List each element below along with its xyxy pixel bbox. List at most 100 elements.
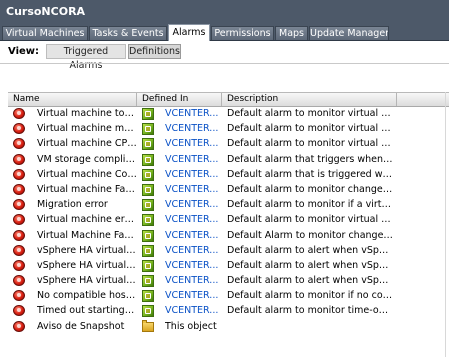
table-row[interactable]: Virtual Machine Fault... VCENTER... Defa… <box>8 228 449 243</box>
vcenter-icon <box>142 197 156 212</box>
column-header-name[interactable]: Name <box>8 93 137 106</box>
defined-in-text: This object <box>165 320 217 332</box>
defined-in-link[interactable]: VCENTER... <box>165 167 225 182</box>
alarm-icon <box>13 258 29 273</box>
alarm-description: Default alarm to alert when vSphere... <box>227 275 393 287</box>
alarm-icon <box>13 197 29 212</box>
folder-icon <box>142 319 156 334</box>
alarm-name: Timed out starting S... <box>37 305 137 317</box>
alarm-description: Default alarm to alert when vSphere... <box>227 259 393 271</box>
alarm-description: Default alarm that triggers when the... <box>227 153 393 165</box>
defined-in-link[interactable]: VCENTER... <box>165 288 225 303</box>
alarm-name: Virtual machine total... <box>37 108 137 119</box>
alarm-icon <box>13 121 29 136</box>
alarm-name: Virtual machine Con... <box>37 168 137 180</box>
alarm-name: Migration error <box>37 199 108 211</box>
divider <box>0 63 449 64</box>
tab-bar: Virtual Machines Tasks & Events Alarms P… <box>0 24 449 41</box>
table-row[interactable]: Virtual machine total... VCENTER... Defa… <box>8 106 449 121</box>
alarm-description: Default alarm to alert when vSphere... <box>227 244 393 256</box>
vcenter-icon <box>142 182 156 197</box>
defined-in-link[interactable]: VCENTER... <box>165 121 225 136</box>
tab-permissions[interactable]: Permissions <box>211 26 274 40</box>
defined-in-link[interactable]: VCENTER... <box>165 303 225 318</box>
alarm-name: Virtual machine me... <box>37 123 137 135</box>
tab-alarms[interactable]: Alarms <box>168 24 210 41</box>
alarm-description: Default alarm to monitor virtual mac... <box>227 138 393 150</box>
alarm-name: VM storage complian... <box>37 153 137 165</box>
column-header-defined-in[interactable]: Defined In <box>137 93 222 106</box>
alarm-name: Virtual machine CPU... <box>37 138 137 150</box>
defined-in-link[interactable]: VCENTER... <box>165 197 225 212</box>
defined-in-link[interactable]: VCENTER... <box>165 228 225 243</box>
vcenter-icon <box>142 288 156 303</box>
tab-update-manager[interactable]: Update Manager <box>309 26 389 40</box>
table-row[interactable]: Migration error VCENTER... Default alarm… <box>8 197 449 212</box>
alarm-icon <box>13 228 29 243</box>
table-row[interactable]: No compatible host f... VCENTER... Defau… <box>8 288 449 303</box>
alarm-name: vSphere HA virtual ... <box>37 259 137 271</box>
view-label: View: <box>8 46 40 57</box>
alarm-description <box>227 319 393 334</box>
defined-in-link[interactable]: VCENTER... <box>165 243 225 258</box>
alarm-icon <box>13 288 29 303</box>
defined-in-link[interactable]: VCENTER... <box>165 152 225 167</box>
defined-in-link[interactable]: VCENTER... <box>165 182 225 197</box>
alarm-icon <box>13 182 29 197</box>
alarm-name: vSphere HA virtual ... <box>37 244 137 256</box>
alarm-icon <box>13 136 29 151</box>
window-title: CursoNCORA <box>0 0 449 24</box>
alarm-icon <box>13 319 29 334</box>
table-header: Name Defined In Description <box>8 92 449 107</box>
defined-in-link[interactable]: VCENTER... <box>165 258 225 273</box>
alarm-description: Default alarm to monitor if a virtual... <box>227 199 393 211</box>
alarm-icon <box>13 212 29 227</box>
alarm-definitions-table: Virtual machine total... VCENTER... Defa… <box>8 106 449 334</box>
alarm-description: Default alarm to monitor virtual mac... <box>227 214 393 226</box>
vcenter-icon <box>142 303 156 318</box>
alarm-description: Default alarm to monitor if no comp... <box>227 290 393 302</box>
table-row[interactable]: vSphere HA virtual ... VCENTER... Defaul… <box>8 258 449 273</box>
vcenter-icon <box>142 136 156 151</box>
vcenter-icon <box>142 243 156 258</box>
alarm-name: Virtual machine error <box>37 214 137 226</box>
definitions-button[interactable]: Definitions <box>128 44 181 59</box>
alarm-name: vSphere HA virtual ... <box>37 275 137 287</box>
divider <box>445 92 446 357</box>
table-row[interactable]: Virtual machine me... VCENTER... Default… <box>8 121 449 136</box>
vcenter-icon <box>142 273 156 288</box>
alarm-description: Default alarm that is triggered when... <box>227 168 393 180</box>
table-row[interactable]: Timed out starting S... VCENTER... Defau… <box>8 303 449 318</box>
defined-in-link[interactable]: VCENTER... <box>165 136 225 151</box>
vcenter-icon <box>142 228 156 243</box>
table-row[interactable]: Virtual machine Fault... VCENTER... Defa… <box>8 182 449 197</box>
alarm-description: Default alarm to monitor time-outs ... <box>227 305 393 317</box>
table-row[interactable]: Virtual machine error VCENTER... Default… <box>8 212 449 227</box>
defined-in-link[interactable]: VCENTER... <box>165 106 225 121</box>
table-row[interactable]: Aviso de Snapshot This object <box>8 319 449 334</box>
tab-virtual-machines[interactable]: Virtual Machines <box>2 26 88 40</box>
alarm-description: Default Alarm to monitor changes in... <box>227 229 393 241</box>
alarm-description: Default alarm to monitor virtual mac... <box>227 123 393 135</box>
defined-in-link[interactable]: VCENTER... <box>165 273 225 288</box>
vcenter-icon <box>142 167 156 182</box>
vcenter-icon <box>142 121 156 136</box>
view-bar: View: Triggered Alarms Definitions <box>0 41 449 71</box>
table-row[interactable]: vSphere HA virtual ... VCENTER... Defaul… <box>8 243 449 258</box>
tab-tasks-events[interactable]: Tasks & Events <box>89 26 167 40</box>
table-row[interactable]: Virtual machine CPU... VCENTER... Defaul… <box>8 136 449 151</box>
alarm-icon <box>13 303 29 318</box>
table-row[interactable]: vSphere HA virtual ... VCENTER... Defaul… <box>8 273 449 288</box>
table-row[interactable]: VM storage complian... VCENTER... Defaul… <box>8 152 449 167</box>
alarm-icon <box>13 273 29 288</box>
column-header-description[interactable]: Description <box>222 93 397 106</box>
defined-in-link[interactable]: VCENTER... <box>165 212 225 227</box>
tab-maps[interactable]: Maps <box>275 26 308 40</box>
alarm-name: Aviso de Snapshot <box>37 320 125 332</box>
triggered-alarms-button[interactable]: Triggered Alarms <box>46 44 126 71</box>
alarm-name: Virtual Machine Fault... <box>37 229 137 241</box>
table-row[interactable]: Virtual machine Con... VCENTER... Defaul… <box>8 167 449 182</box>
vcenter-icon <box>142 152 156 167</box>
vcenter-icon <box>142 106 156 121</box>
vcenter-icon <box>142 212 156 227</box>
